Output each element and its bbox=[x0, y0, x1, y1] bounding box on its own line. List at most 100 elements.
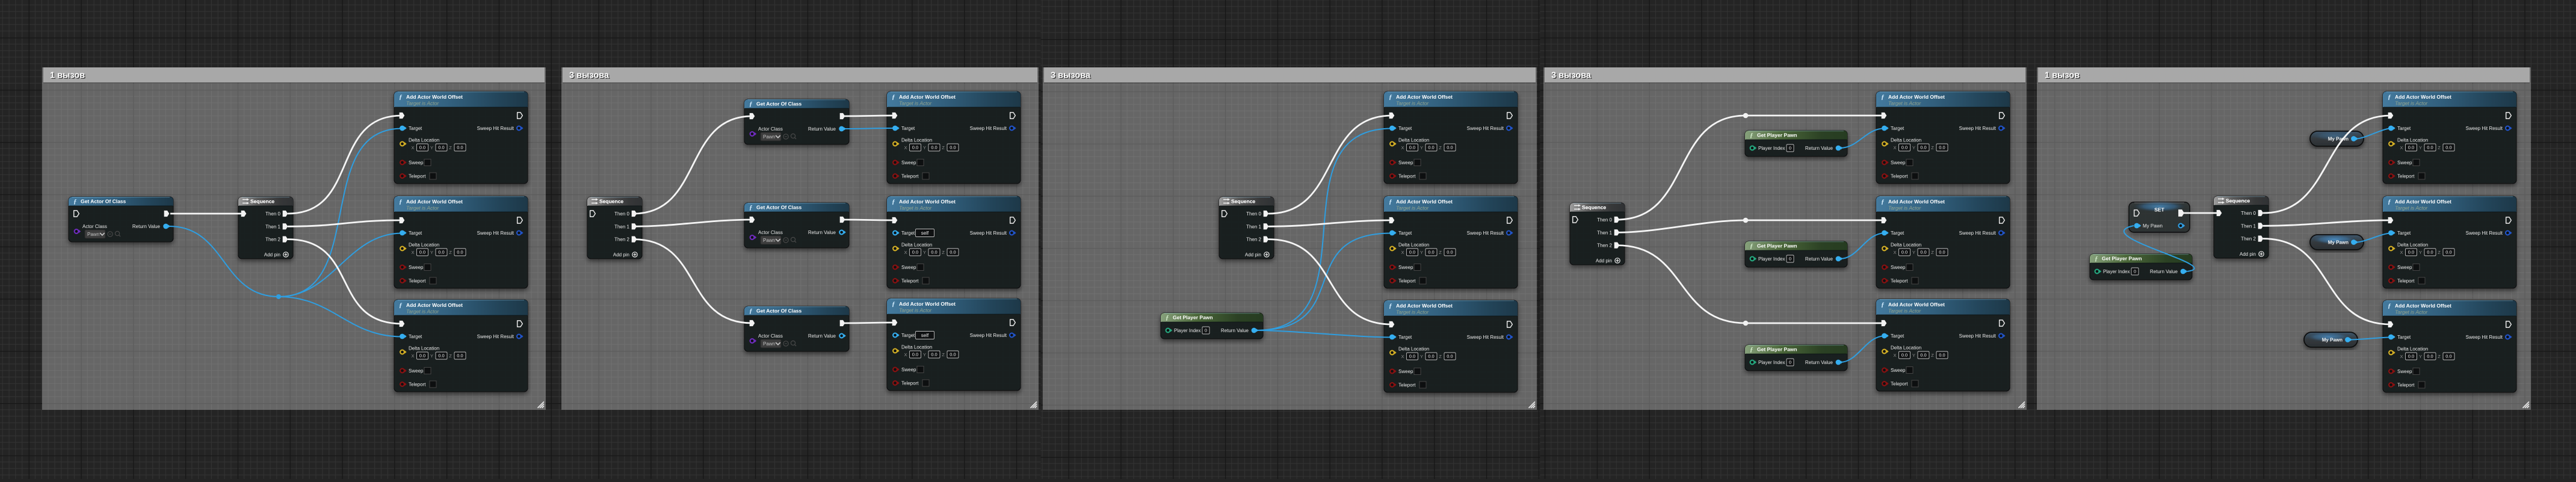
svg-text:3 вызова: 3 вызова bbox=[1051, 71, 1091, 81]
svg-text:0.0: 0.0 bbox=[2445, 354, 2451, 359]
svg-text:Sweep: Sweep bbox=[1891, 368, 1906, 373]
svg-text:Z: Z bbox=[449, 250, 452, 255]
svg-text:ƒ: ƒ bbox=[892, 199, 895, 206]
svg-text:Target: Target bbox=[1891, 230, 1904, 236]
svg-text:Teleport: Teleport bbox=[409, 382, 426, 388]
svg-text:Target is Actor: Target is Actor bbox=[899, 100, 932, 107]
svg-text:Y: Y bbox=[2419, 250, 2422, 255]
svg-text:X: X bbox=[1893, 353, 1896, 358]
svg-text:0.0: 0.0 bbox=[457, 353, 463, 359]
svg-text:Delta Location: Delta Location bbox=[901, 138, 932, 143]
svg-text:My Pawn: My Pawn bbox=[2322, 338, 2343, 343]
svg-text:X: X bbox=[1401, 145, 1404, 150]
svg-text:Teleport: Teleport bbox=[1891, 382, 1908, 387]
svg-text:Target: Target bbox=[2397, 126, 2411, 131]
svg-text:Y: Y bbox=[430, 145, 433, 150]
svg-text:Sweep Hit Result: Sweep Hit Result bbox=[477, 126, 514, 131]
svg-text:Target: Target bbox=[1398, 230, 1412, 236]
svg-text:Y: Y bbox=[923, 352, 926, 357]
svg-text:3 вызова: 3 вызова bbox=[1551, 71, 1592, 81]
svg-text:Return Value: Return Value bbox=[808, 230, 836, 235]
svg-text:0.0: 0.0 bbox=[1409, 250, 1415, 255]
svg-text:Actor Class: Actor Class bbox=[82, 224, 107, 229]
svg-text:Then 1: Then 1 bbox=[2241, 223, 2256, 229]
svg-text:0.0: 0.0 bbox=[912, 145, 918, 150]
svg-text:Y: Y bbox=[430, 353, 433, 359]
svg-text:Target: Target bbox=[1891, 333, 1904, 339]
svg-text:Target: Target bbox=[1891, 126, 1904, 131]
svg-text:ƒ: ƒ bbox=[399, 199, 403, 206]
svg-text:0.0: 0.0 bbox=[1428, 250, 1434, 255]
svg-text:0.0: 0.0 bbox=[457, 145, 463, 150]
svg-text:ƒ: ƒ bbox=[892, 94, 895, 101]
svg-text:Sweep Hit Result: Sweep Hit Result bbox=[1467, 126, 1504, 131]
svg-text:X: X bbox=[411, 353, 414, 359]
svg-text:0.0: 0.0 bbox=[419, 250, 425, 255]
svg-text:Add pin: Add pin bbox=[1596, 258, 1612, 264]
svg-text:Y: Y bbox=[923, 145, 926, 150]
svg-text:Then 2: Then 2 bbox=[614, 237, 629, 243]
svg-text:Player Index: Player Index bbox=[1758, 146, 1785, 151]
svg-text:Delta Location: Delta Location bbox=[901, 345, 932, 350]
svg-text:X: X bbox=[2400, 250, 2403, 255]
svg-text:ƒ: ƒ bbox=[2095, 255, 2098, 262]
svg-text:Sweep: Sweep bbox=[2397, 160, 2412, 165]
svg-text:Add Actor World Offset: Add Actor World Offset bbox=[899, 199, 956, 205]
svg-text:ƒ: ƒ bbox=[1750, 132, 1753, 139]
svg-text:ƒ: ƒ bbox=[749, 204, 753, 211]
svg-text:ƒ: ƒ bbox=[1166, 314, 1169, 321]
svg-text:Then 2: Then 2 bbox=[265, 237, 280, 243]
svg-text:Then 1: Then 1 bbox=[265, 224, 280, 229]
svg-text:Sequence: Sequence bbox=[599, 199, 623, 205]
svg-text:Teleport: Teleport bbox=[901, 279, 919, 284]
svg-text:Then 2: Then 2 bbox=[2241, 236, 2256, 242]
svg-text:Y: Y bbox=[1912, 250, 1915, 255]
svg-text:Z: Z bbox=[942, 145, 945, 150]
svg-text:ƒ: ƒ bbox=[1881, 199, 1885, 206]
svg-text:Sequence: Sequence bbox=[1582, 205, 1606, 211]
svg-text:0.0: 0.0 bbox=[1901, 145, 1907, 150]
svg-text:Sweep Hit Result: Sweep Hit Result bbox=[970, 333, 1007, 338]
svg-text:0.0: 0.0 bbox=[1428, 354, 1434, 359]
svg-text:0.0: 0.0 bbox=[2427, 354, 2433, 359]
svg-text:Pawn: Pawn bbox=[763, 238, 775, 243]
svg-text:Teleport: Teleport bbox=[409, 279, 426, 284]
svg-text:Then 0: Then 0 bbox=[2241, 211, 2256, 216]
svg-text:Add Actor World Offset: Add Actor World Offset bbox=[1888, 199, 1945, 205]
svg-text:ƒ: ƒ bbox=[2388, 199, 2391, 206]
svg-text:Then 1: Then 1 bbox=[614, 224, 629, 229]
svg-text:Sweep Hit Result: Sweep Hit Result bbox=[970, 230, 1007, 236]
svg-text:X: X bbox=[411, 250, 414, 255]
svg-text:X: X bbox=[2400, 145, 2403, 150]
svg-text:Sweep: Sweep bbox=[901, 265, 916, 270]
svg-text:Sweep: Sweep bbox=[2397, 265, 2412, 270]
svg-text:0.0: 0.0 bbox=[438, 145, 444, 150]
svg-text:0.0: 0.0 bbox=[1920, 353, 1926, 358]
svg-text:0.0: 0.0 bbox=[2427, 145, 2433, 150]
svg-text:Sweep: Sweep bbox=[1891, 265, 1906, 270]
svg-text:0.0: 0.0 bbox=[1447, 250, 1453, 255]
svg-text:0.0: 0.0 bbox=[1447, 145, 1453, 150]
svg-text:X: X bbox=[904, 145, 907, 150]
svg-text:0.0: 0.0 bbox=[912, 250, 918, 255]
svg-text:0.0: 0.0 bbox=[2445, 250, 2451, 255]
svg-text:Sweep Hit Result: Sweep Hit Result bbox=[2466, 126, 2503, 131]
svg-text:Z: Z bbox=[1439, 354, 1442, 359]
svg-text:ƒ: ƒ bbox=[1881, 301, 1885, 309]
svg-text:Return Value: Return Value bbox=[132, 224, 161, 229]
svg-text:Target is Actor: Target is Actor bbox=[1888, 205, 1921, 211]
svg-text:0.0: 0.0 bbox=[931, 250, 937, 255]
svg-text:0.0: 0.0 bbox=[1409, 145, 1415, 150]
svg-text:Target is Actor: Target is Actor bbox=[1396, 100, 1429, 107]
svg-text:Actor Class: Actor Class bbox=[758, 333, 783, 339]
svg-text:SET: SET bbox=[2154, 207, 2164, 213]
svg-text:0: 0 bbox=[1789, 256, 1791, 262]
svg-text:ƒ: ƒ bbox=[892, 301, 895, 308]
svg-text:Return Value: Return Value bbox=[1221, 328, 1249, 333]
svg-text:Add Actor World Offset: Add Actor World Offset bbox=[1396, 94, 1453, 100]
svg-text:Delta Location: Delta Location bbox=[409, 138, 439, 143]
svg-text:Add pin: Add pin bbox=[613, 252, 629, 258]
svg-text:Target is Actor: Target is Actor bbox=[1396, 309, 1429, 315]
svg-text:Teleport: Teleport bbox=[901, 174, 919, 179]
svg-text:X: X bbox=[904, 352, 907, 357]
